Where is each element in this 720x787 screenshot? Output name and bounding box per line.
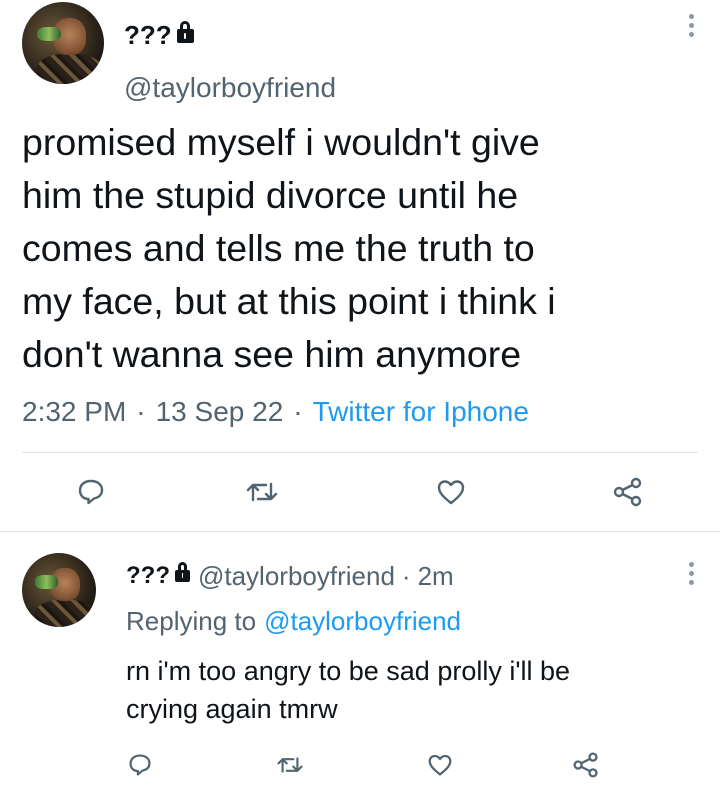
divider [0,531,720,532]
meta-separator: · [293,396,303,427]
avatar-hand [35,575,58,589]
tweet-age[interactable]: 2m [418,561,454,592]
reply-icon[interactable] [128,753,152,777]
meta-separator: · [401,560,411,591]
tweet-date[interactable]: 13 Sep 22 [156,396,284,428]
reply-text: rn i'm too angry to be sad prolly i'll b… [126,656,571,724]
replying-to-label: Replying to [126,606,257,636]
tweet-time[interactable]: 2:32 PM [22,396,126,428]
lock-icon [174,562,190,582]
author-handle[interactable]: @taylorboyfriend [198,561,395,592]
avatar[interactable] [22,2,104,84]
more-options-icon[interactable] [688,562,694,589]
tweet-source[interactable]: Twitter for Iphone [313,396,529,428]
lock-icon [176,21,194,43]
display-name[interactable]: ??? [126,562,170,590]
retweet-icon[interactable] [276,753,304,777]
replying-to-row: Replying to @taylorboyfriend [126,606,461,637]
tweet-text: promised myself i wouldn't give him the … [22,121,556,375]
share-icon[interactable] [612,476,644,508]
tweet-meta: 2:32 PM · 13 Sep 22 · Twitter for Iphone [22,396,529,428]
reply-header: ??? @taylorboyfriend · 2m [126,559,454,593]
meta-separator: · [136,396,146,427]
display-name[interactable]: ??? [124,20,172,51]
like-icon[interactable] [427,753,453,777]
retweet-icon[interactable] [245,478,279,506]
avatar-figure [36,53,103,84]
divider [22,452,698,453]
reply-icon[interactable] [77,478,105,506]
share-icon[interactable] [572,751,600,779]
like-icon[interactable] [436,478,466,506]
avatar-figure [35,599,95,627]
replying-to-handle[interactable]: @taylorboyfriend [264,606,461,637]
avatar-hand [36,26,62,42]
author-handle[interactable]: @taylorboyfriend [124,72,336,104]
avatar[interactable] [22,553,96,627]
more-options-icon[interactable] [688,14,694,41]
author-name-row: ??? [124,18,194,52]
